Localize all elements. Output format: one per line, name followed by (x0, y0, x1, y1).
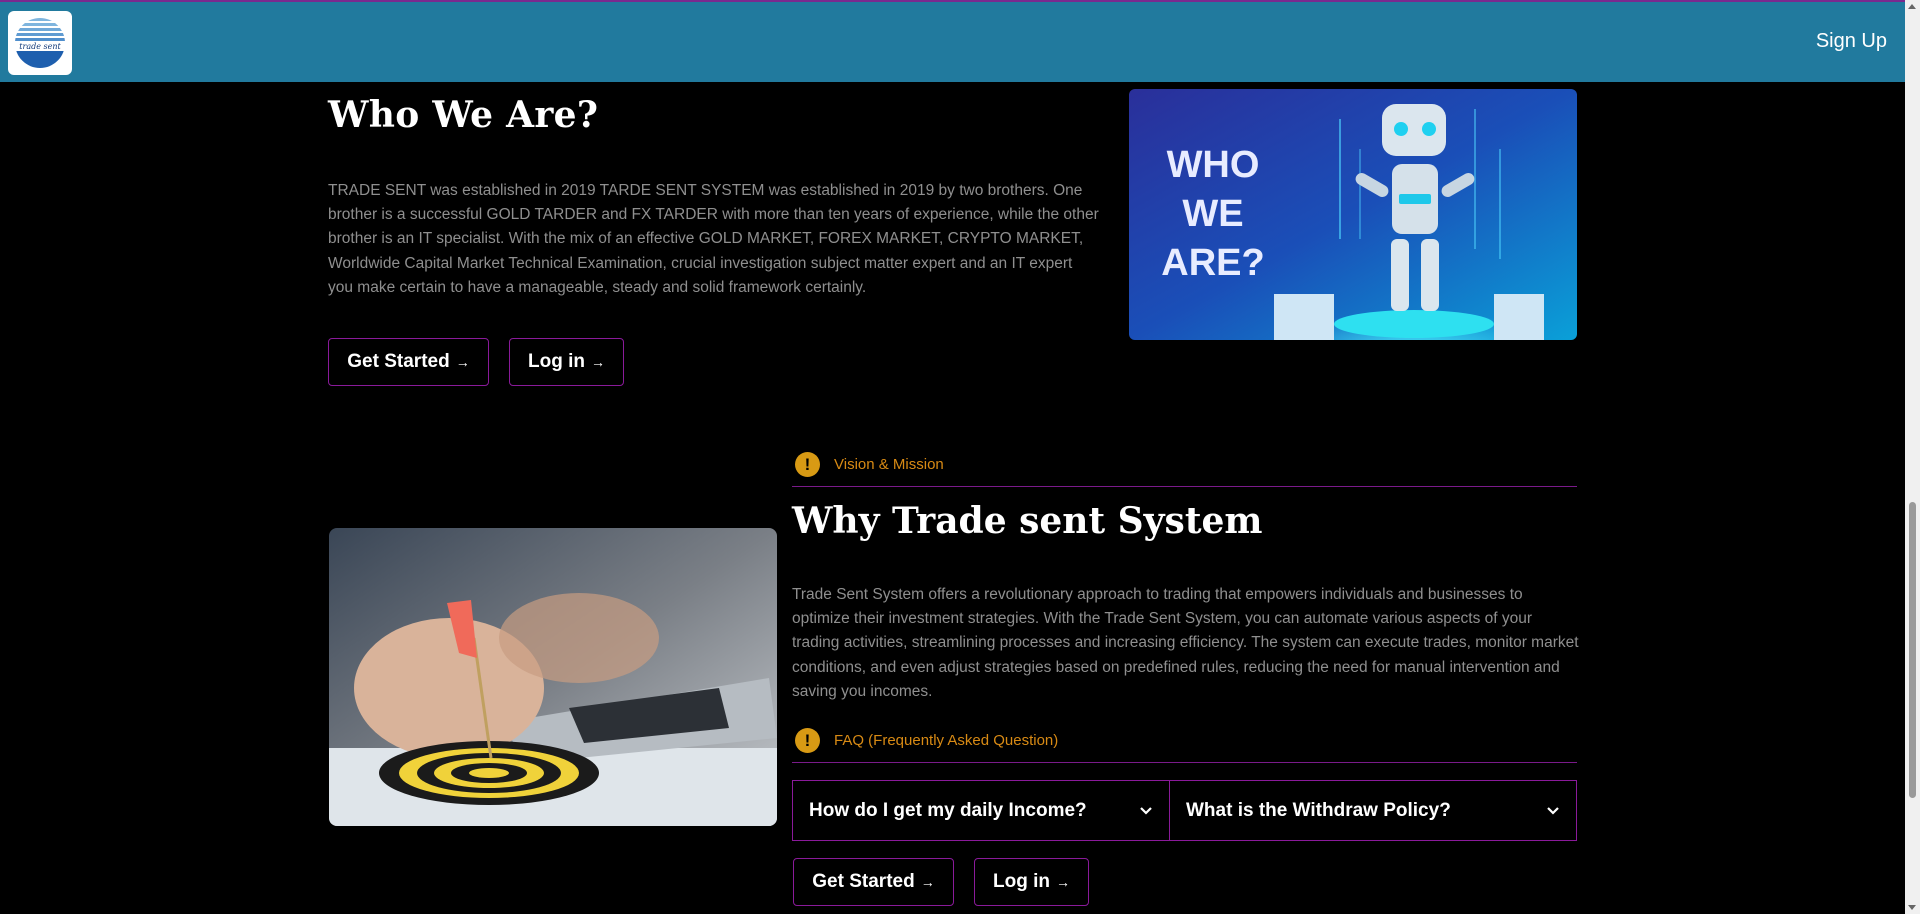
brand-logo-icon: trade sent (15, 18, 65, 68)
section-divider (792, 762, 1577, 763)
why-trade-sent-title: Why Trade sent System (792, 500, 1263, 542)
scroll-down-arrow-icon[interactable] (1908, 905, 1916, 910)
why-trade-sent-text: Trade Sent System offers a revolutionary… (792, 586, 1579, 700)
dart-target-image (329, 528, 777, 826)
scrollbar-thumb[interactable] (1909, 502, 1916, 798)
exclamation-icon: ! (795, 452, 820, 477)
image-text-we: WE (1182, 193, 1243, 235)
vertical-scrollbar[interactable] (1905, 0, 1920, 914)
section-divider (792, 486, 1577, 487)
vision-mission-tag: ! Vision & Mission (795, 452, 944, 477)
get-started-label: Get Started (347, 351, 450, 372)
top-navbar: trade sent Sign Up (0, 0, 1905, 82)
faq-question: How do I get my daily Income? (809, 799, 1087, 821)
arrow-right-icon: → (1055, 874, 1070, 890)
chevron-down-icon (1546, 803, 1560, 819)
faq-item-withdraw-policy[interactable]: What is the Withdraw Policy? (1169, 780, 1577, 841)
image-text-are: ARE? (1161, 242, 1264, 284)
faq-tag: ! FAQ (Frequently Asked Question) (795, 728, 1058, 753)
svg-text:trade sent: trade sent (19, 42, 61, 51)
exclamation-icon: ! (795, 728, 820, 753)
arrow-right-icon: → (920, 874, 935, 890)
login-label: Log in (528, 351, 585, 372)
login-label: Log in (993, 871, 1050, 892)
brand-logo[interactable]: trade sent (8, 11, 72, 75)
signup-link[interactable]: Sign Up (1816, 30, 1887, 53)
arrow-right-icon: → (590, 354, 605, 370)
arrow-right-icon: → (455, 354, 470, 370)
who-we-are-title: Who We Are? (328, 94, 599, 136)
who-we-are-text: TRADE SENT was established in 2019 TARDE… (328, 182, 1099, 296)
faq-item-daily-income[interactable]: How do I get my daily Income? (792, 780, 1170, 841)
faq-question: What is the Withdraw Policy? (1186, 799, 1451, 821)
faq-label: FAQ (Frequently Asked Question) (834, 732, 1059, 749)
scroll-up-arrow-icon[interactable] (1908, 4, 1916, 9)
chevron-down-icon (1139, 803, 1153, 819)
get-started-button-bottom[interactable]: Get Started → (793, 858, 954, 906)
get-started-label: Get Started (812, 871, 915, 892)
vision-mission-label: Vision & Mission (834, 456, 944, 473)
get-started-button[interactable]: Get Started → (328, 338, 489, 386)
who-we-are-robot-image: WHO WE ARE? (1129, 89, 1577, 340)
image-text-who: WHO (1167, 144, 1260, 186)
login-button-bottom[interactable]: Log in → (974, 858, 1089, 906)
login-button[interactable]: Log in → (509, 338, 624, 386)
